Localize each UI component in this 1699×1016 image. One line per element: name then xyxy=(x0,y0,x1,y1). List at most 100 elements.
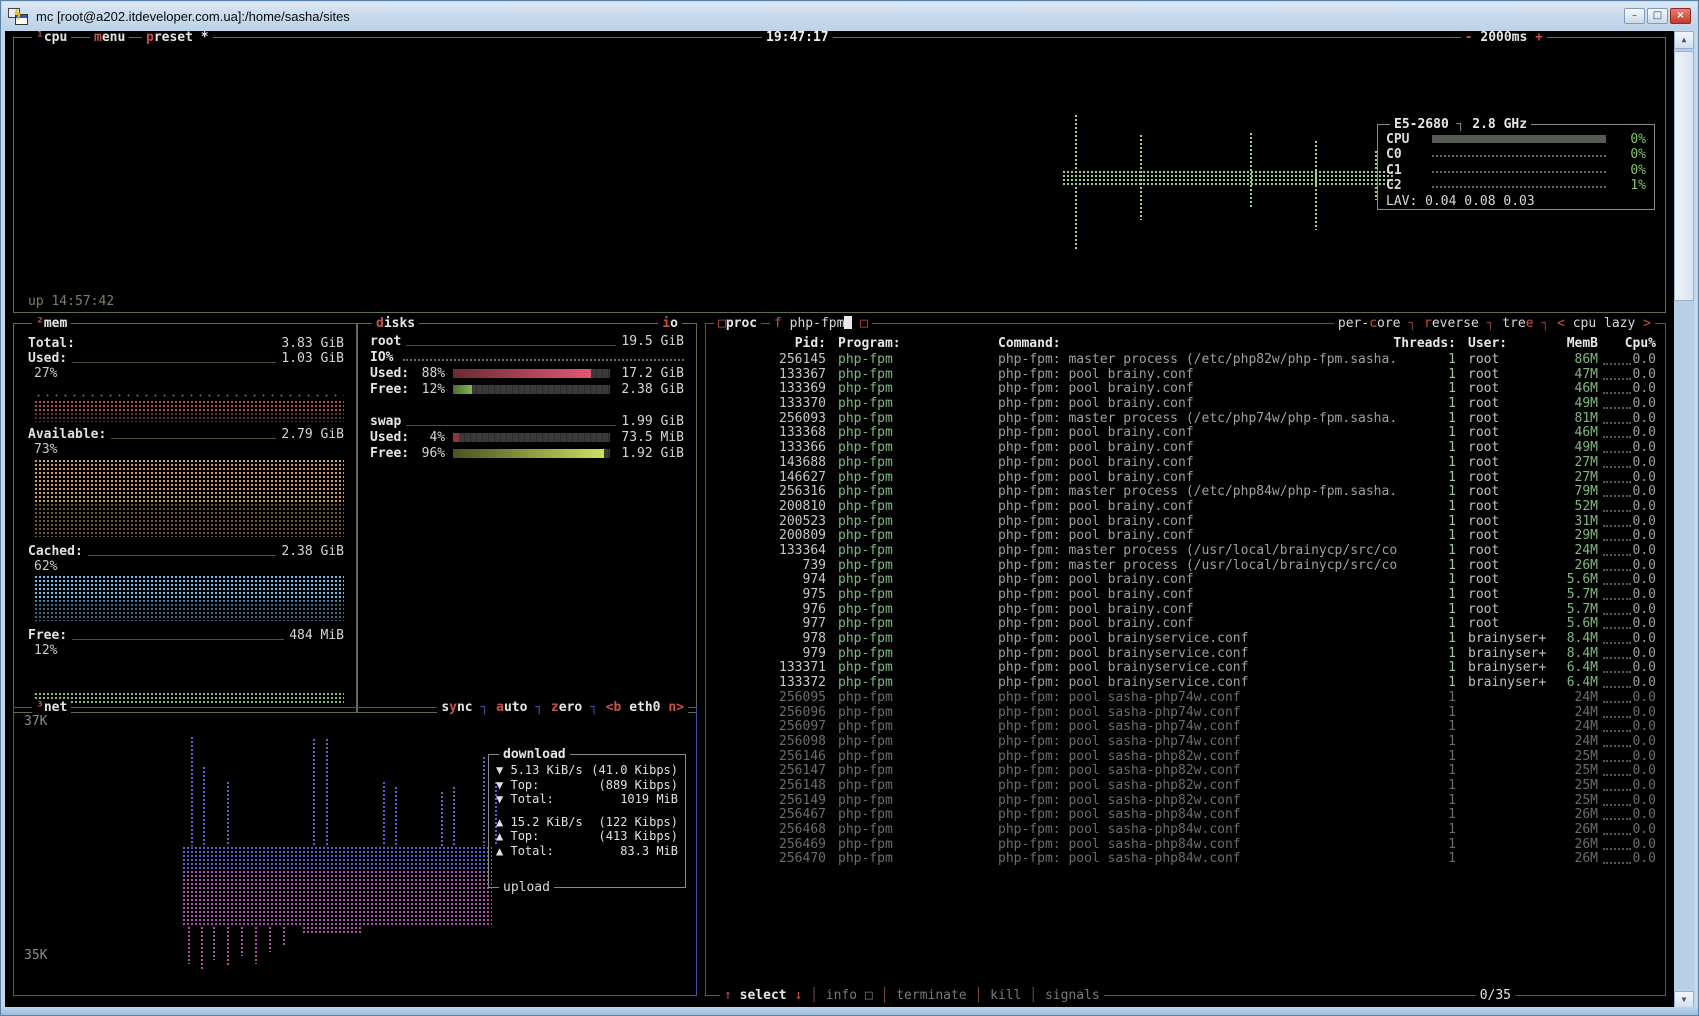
proc-row[interactable]: 976php-fpmphp-fpm: pool brainy.conf1root… xyxy=(706,602,1665,617)
proc-row[interactable]: 256147php-fpmphp-fpm: pool sasha-php82w.… xyxy=(706,763,1665,778)
select-down-icon[interactable]: ↓ xyxy=(794,988,802,1003)
minimize-button[interactable]: – xyxy=(1624,8,1645,24)
proc-row[interactable]: 133364php-fpmphp-fpm: master process (/u… xyxy=(706,543,1665,558)
proc-row[interactable]: 256316php-fpmphp-fpm: master process (/e… xyxy=(706,484,1665,499)
column-header-program[interactable]: Program: xyxy=(838,336,996,351)
proc-row[interactable]: 256148php-fpmphp-fpm: pool sasha-php82w.… xyxy=(706,778,1665,793)
proc-row[interactable]: 256145php-fpmphp-fpm: master process (/e… xyxy=(706,352,1665,367)
kill-button[interactable]: kill xyxy=(990,988,1021,1003)
maximize-button[interactable]: □ xyxy=(1647,8,1668,24)
proc-row[interactable]: 256146php-fpmphp-fpm: pool sasha-php82w.… xyxy=(706,749,1665,764)
proc-row[interactable]: 133371php-fpmphp-fpm: pool brainyservice… xyxy=(706,660,1665,675)
proc-row[interactable]: 256097php-fpmphp-fpm: pool sasha-php74w.… xyxy=(706,719,1665,734)
signals-button[interactable]: signals xyxy=(1045,988,1100,1003)
proc-row[interactable]: 133368php-fpmphp-fpm: pool brainy.conf1r… xyxy=(706,425,1665,440)
sort-next-button[interactable]: > xyxy=(1643,316,1651,331)
zero-toggle[interactable]: zero xyxy=(551,700,582,715)
proc-row[interactable]: 256149php-fpmphp-fpm: pool sasha-php82w.… xyxy=(706,793,1665,808)
select-up-icon[interactable]: ↑ xyxy=(724,988,732,1003)
interval-plus-button[interactable]: + xyxy=(1535,31,1543,45)
proc-row[interactable]: 739php-fpmphp-fpm: master process (/usr/… xyxy=(706,558,1665,573)
close-button[interactable]: × xyxy=(1670,8,1691,24)
proc-cell-pid: 256093 xyxy=(710,411,826,426)
column-header-threads[interactable]: Threads: xyxy=(1366,336,1456,351)
column-header-mem[interactable]: MemB xyxy=(1506,336,1598,351)
proc-cell-cpu-graph xyxy=(1603,532,1631,541)
sync-toggle[interactable]: sync xyxy=(441,700,472,715)
sort-selection[interactable]: cpu lazy xyxy=(1573,316,1636,331)
proc-cell-mem: 6.4M xyxy=(1506,675,1598,690)
iface-next-button[interactable]: n> xyxy=(668,700,684,715)
proc-cell-program: php-fpm xyxy=(838,440,996,455)
proc-row[interactable]: 256469php-fpmphp-fpm: pool sasha-php84w.… xyxy=(706,837,1665,852)
net-scale-top: 37K xyxy=(24,714,47,729)
download-speed-row: ▼ 5.13 KiB/s (41.0 Kibps) xyxy=(489,763,685,778)
column-header-pid[interactable]: Pid: xyxy=(710,336,826,351)
info-button[interactable]: info □ xyxy=(826,988,873,1003)
disk-swap-free-row: Free:96% 1.92 GiB xyxy=(370,446,684,461)
proc-cell-threads: 1 xyxy=(1366,690,1456,705)
proc-cell-pid: 200523 xyxy=(710,514,826,529)
graph-segment xyxy=(182,870,492,926)
preset-button[interactable]: preset * xyxy=(142,31,213,45)
proc-row[interactable]: 200809php-fpmphp-fpm: pool brainy.conf1r… xyxy=(706,528,1665,543)
proc-row[interactable]: 256470php-fpmphp-fpm: pool sasha-php84w.… xyxy=(706,851,1665,866)
scrollbar-thumb[interactable] xyxy=(1674,51,1694,301)
cpu-box-title[interactable]: ¹cpu xyxy=(32,31,71,45)
disks-box-title[interactable]: disks xyxy=(372,316,419,331)
process-filter-input[interactable]: f php-fpm □ xyxy=(770,316,872,331)
iface-prev-button[interactable]: <b xyxy=(606,700,622,715)
proc-row[interactable]: 133372php-fpmphp-fpm: pool brainyservice… xyxy=(706,675,1665,690)
proc-row[interactable]: 256095php-fpmphp-fpm: pool sasha-php74w.… xyxy=(706,690,1665,705)
mem-box-title[interactable]: ²mem xyxy=(32,316,71,331)
per-core-toggle[interactable]: per-core xyxy=(1338,316,1401,331)
proc-cell-pid: 256098 xyxy=(710,734,826,749)
proc-row[interactable]: 200810php-fpmphp-fpm: pool brainy.conf1r… xyxy=(706,499,1665,514)
proc-toggles: per-core ┐ reverse ┐ tree ┐ < cpu lazy > xyxy=(1334,316,1655,331)
proc-row[interactable]: 133366php-fpmphp-fpm: pool brainy.conf1r… xyxy=(706,440,1665,455)
menu-button[interactable]: menu xyxy=(90,31,129,45)
proc-row[interactable]: 975php-fpmphp-fpm: pool brainy.conf1root… xyxy=(706,587,1665,602)
proc-row[interactable]: 256468php-fpmphp-fpm: pool sasha-php84w.… xyxy=(706,822,1665,837)
proc-row[interactable]: 256467php-fpmphp-fpm: pool sasha-php84w.… xyxy=(706,807,1665,822)
proc-cell-threads: 1 xyxy=(1366,837,1456,852)
proc-row[interactable]: 979php-fpmphp-fpm: pool brainyservice.co… xyxy=(706,646,1665,661)
proc-row[interactable]: 256096php-fpmphp-fpm: pool sasha-php74w.… xyxy=(706,705,1665,720)
interval-minus-button[interactable]: - xyxy=(1465,31,1473,45)
io-toggle[interactable]: io xyxy=(658,316,682,331)
column-header-cpu[interactable]: Cpu% xyxy=(1606,336,1656,351)
proc-row[interactable]: 974php-fpmphp-fpm: pool brainy.conf1root… xyxy=(706,572,1665,587)
proc-row[interactable]: 978php-fpmphp-fpm: pool brainyservice.co… xyxy=(706,631,1665,646)
disk-swap-row: swap1.99 GiB xyxy=(370,414,684,429)
proc-row[interactable]: 143688php-fpmphp-fpm: pool brainy.conf1r… xyxy=(706,455,1665,470)
proc-row[interactable]: 977php-fpmphp-fpm: pool brainy.conf1root… xyxy=(706,616,1665,631)
titlebar[interactable]: ϟ mc [root@a202.itdeveloper.com.ua]:/hom… xyxy=(2,2,1697,30)
mem-total-row: Total:3.83 GiB xyxy=(28,336,344,351)
net-box-title[interactable]: ³net xyxy=(32,700,71,715)
upload-total-row: ▲ Total: 83.3 MiB xyxy=(489,844,685,859)
sort-prev-button[interactable]: < xyxy=(1557,316,1565,331)
proc-row[interactable]: 146627php-fpmphp-fpm: pool brainy.conf1r… xyxy=(706,470,1665,485)
proc-cell-pid: 256149 xyxy=(710,793,826,808)
proc-row[interactable]: 256093php-fpmphp-fpm: master process (/e… xyxy=(706,411,1665,426)
proc-cell-mem: 29M xyxy=(1506,528,1598,543)
proc-row[interactable]: 133367php-fpmphp-fpm: pool brainy.conf1r… xyxy=(706,367,1665,382)
proc-row[interactable]: 200523php-fpmphp-fpm: pool brainy.conf1r… xyxy=(706,514,1665,529)
filter-clear-button[interactable]: □ xyxy=(860,316,868,331)
tree-toggle[interactable]: tree xyxy=(1502,316,1533,331)
terminate-button[interactable]: terminate xyxy=(896,988,966,1003)
proc-row[interactable]: 133369php-fpmphp-fpm: pool brainy.conf1r… xyxy=(706,381,1665,396)
select-button[interactable]: select xyxy=(740,988,787,1003)
reverse-toggle[interactable]: reverse xyxy=(1424,316,1479,331)
auto-toggle[interactable]: auto xyxy=(496,700,527,715)
proc-row[interactable]: 133370php-fpmphp-fpm: pool brainy.conf1r… xyxy=(706,396,1665,411)
scrollbar[interactable]: ▲ ▼ xyxy=(1674,31,1694,1009)
scroll-up-icon[interactable]: ▲ xyxy=(1674,31,1694,49)
proc-cell-program: php-fpm xyxy=(838,822,996,837)
proc-cell-mem: 5.7M xyxy=(1506,602,1598,617)
proc-cell-pid: 200810 xyxy=(710,499,826,514)
proc-row[interactable]: 256098php-fpmphp-fpm: pool sasha-php74w.… xyxy=(706,734,1665,749)
proc-box-title[interactable]: □proc xyxy=(714,316,761,331)
proc-cell-threads: 1 xyxy=(1366,778,1456,793)
graph-segment xyxy=(200,926,205,970)
